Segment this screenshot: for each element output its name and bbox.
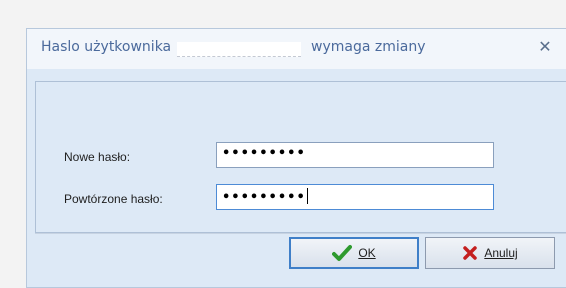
new-password-label: Nowe hasło: (64, 150, 131, 164)
dialog-title-suffix: wymaga zmiany (311, 39, 426, 55)
ok-button[interactable]: OK (289, 237, 419, 269)
ok-label: OK (358, 246, 376, 260)
password-change-dialog: Haslo użytkownika wymaga zmiany ✕ Nowe h… (26, 28, 566, 288)
form-panel: Nowe hasło: ••••••••• Powtórzone hasło: … (35, 81, 566, 233)
repeat-password-label: Powtórzone hasło: (64, 192, 163, 206)
redacted-username (177, 42, 301, 57)
cancel-label: Anuluj (484, 246, 518, 260)
close-icon[interactable]: ✕ (536, 37, 554, 57)
cancel-button[interactable]: Anuluj (425, 237, 555, 269)
dialog-title: Haslo użytkownika (41, 39, 172, 55)
x-icon (462, 245, 478, 261)
checkmark-icon (332, 244, 353, 262)
new-password-field[interactable]: ••••••••• (216, 142, 494, 168)
text-caret (306, 188, 308, 204)
repeat-password-field[interactable]: ••••••••• (216, 184, 494, 210)
footer-divider (35, 233, 566, 234)
dialog-titlebar: Haslo użytkownika wymaga zmiany ✕ (27, 29, 566, 69)
